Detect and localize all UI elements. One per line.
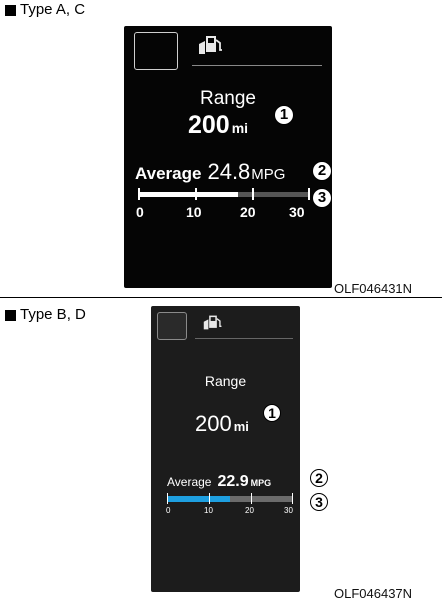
fuel-pump-icon — [199, 36, 222, 54]
empty-icon-box — [134, 32, 178, 70]
section-type-a-c: Type A, C Range 200 mi 1 Average 24.8 MPG… — [0, 0, 442, 297]
fuel-pump-icon — [203, 315, 222, 330]
bar-ticks — [167, 493, 293, 504]
scale-label: 0 — [166, 506, 171, 515]
scale-label: 10 — [204, 506, 213, 515]
type-label-text: Type B, D — [20, 306, 86, 323]
average-row: Average 24.8 MPG — [135, 159, 285, 185]
scale-label: 20 — [240, 204, 256, 220]
type-label: Type B, D — [5, 306, 86, 324]
scale-label: 30 — [284, 506, 293, 515]
header-divider — [192, 65, 322, 66]
range-label: Range — [204, 373, 247, 389]
bar-tick — [138, 188, 140, 200]
average-unit: MPG — [250, 478, 272, 488]
callout-1: 1 — [274, 105, 294, 125]
scale-label: 10 — [186, 204, 202, 220]
average-label: Average — [135, 164, 202, 183]
cluster-display: Range 200 mi 1 Average 22.9 MPG 2 3 0 10 … — [151, 306, 328, 592]
bullet-square-icon — [5, 309, 16, 321]
scale-label: 0 — [136, 204, 144, 220]
header-divider — [195, 338, 293, 339]
scale-label: 30 — [289, 204, 305, 220]
bullet-square-icon — [5, 4, 16, 16]
callout-3: 3 — [310, 493, 328, 511]
range-value: 200 mi — [188, 111, 248, 140]
callout-1: 1 — [263, 404, 281, 422]
range-value: 200 mi — [195, 411, 249, 437]
range-label: Range — [200, 88, 256, 109]
range-unit: mi — [231, 120, 249, 136]
bar-tick — [292, 493, 293, 504]
average-value: 24.8 — [207, 159, 251, 184]
bar-ticks — [138, 188, 310, 200]
empty-icon-box — [157, 312, 187, 340]
bar-tick — [167, 493, 168, 504]
bar-tick — [195, 188, 197, 200]
average-row: Average 22.9 MPG — [167, 473, 271, 491]
cluster-display: Range 200 mi 1 Average 24.8 MPG 2 3 0 10 … — [124, 26, 332, 288]
callout-2: 2 — [312, 161, 332, 181]
image-code: OLF046437N — [334, 586, 413, 601]
callout-3: 3 — [312, 188, 332, 208]
type-label-text: Type A, C — [20, 1, 86, 18]
range-number: 200 — [188, 111, 230, 139]
average-value: 22.9 — [217, 473, 249, 490]
bar-tick — [251, 493, 252, 504]
image-code: OLF046431N — [334, 281, 413, 296]
section-type-b-d: Type B, D Range 200 mi 1 Average 22.9 MPG… — [0, 297, 442, 603]
range-unit: mi — [233, 419, 249, 434]
average-unit: MPG — [251, 166, 286, 183]
scale-label: 20 — [245, 506, 254, 515]
average-label: Average — [167, 475, 212, 489]
range-number: 200 — [195, 411, 232, 436]
callout-2: 2 — [310, 469, 328, 487]
type-label: Type A, C — [5, 1, 85, 19]
bar-tick — [308, 188, 310, 200]
bar-tick — [209, 493, 210, 504]
bar-tick — [252, 188, 254, 200]
